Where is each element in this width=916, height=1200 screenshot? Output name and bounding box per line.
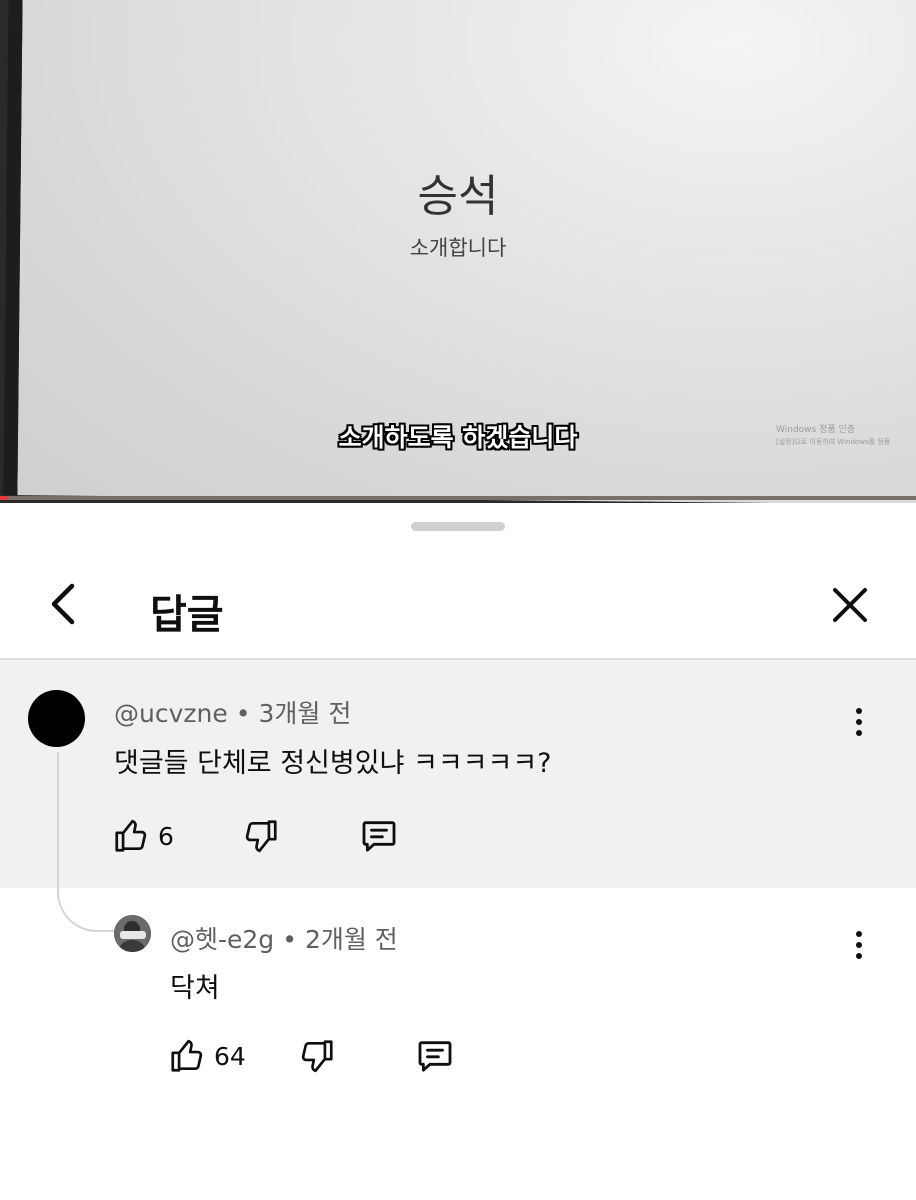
close-button[interactable]: [824, 579, 876, 631]
like-button[interactable]: 64: [168, 1034, 246, 1078]
close-icon: [833, 588, 867, 622]
reply-avatar[interactable]: [114, 915, 151, 952]
thumb-up-icon: [115, 819, 147, 852]
dislike-button[interactable]: [242, 814, 280, 858]
like-button[interactable]: 6: [112, 814, 174, 858]
comment-time: 3개월 전: [258, 699, 352, 728]
reply-button[interactable]: [414, 1034, 456, 1078]
reply-more-button[interactable]: [842, 925, 876, 965]
video-subtitle-text: 소개합니다: [409, 236, 507, 260]
sheet-header: 답글: [0, 555, 916, 655]
avatar[interactable]: [28, 690, 85, 747]
replies-sheet: 답글 @ucvzne • 3개월 전 댓글들 단체로 정신병있냐 ㅋㅋㅋㅋㅋ? 6: [0, 505, 916, 1200]
comment-author[interactable]: @ucvzne: [114, 699, 228, 728]
dislike-button[interactable]: [298, 1034, 336, 1078]
reply-author[interactable]: @헷-e2g: [170, 925, 274, 954]
video-player[interactable]: 승석 소개합니다 소개하도록 하겠습니다 Windows 정품 인증 [설정]으…: [0, 0, 916, 503]
back-button[interactable]: [38, 579, 88, 629]
avatar-photo-image: [114, 915, 151, 952]
meta-separator: •: [282, 925, 297, 954]
drag-handle[interactable]: [411, 522, 505, 531]
more-vert-dot: [856, 942, 862, 948]
like-count: 6: [158, 821, 174, 851]
watermark-line-2: [설정]으로 이동하여 Windows를 정품: [776, 438, 891, 446]
back-arrow-icon: [51, 583, 75, 625]
more-vert-icon: [856, 708, 862, 714]
reply-actions: 64: [168, 1034, 468, 1078]
more-vert-dot: [856, 719, 862, 725]
thumb-down-icon: [245, 820, 277, 853]
parent-comment: @ucvzne • 3개월 전 댓글들 단체로 정신병있냐 ㅋㅋㅋㅋㅋ? 6: [0, 660, 916, 888]
comment-actions: 6: [112, 814, 412, 858]
video-progress-played: [0, 496, 8, 500]
more-vert-dot: [856, 953, 862, 959]
comment-more-button[interactable]: [842, 702, 876, 742]
reply-comment-icon: [418, 1041, 452, 1072]
more-vert-dot: [856, 730, 862, 736]
like-count: 64: [214, 1041, 246, 1071]
reply-button[interactable]: [358, 814, 400, 858]
reply-comment-icon: [362, 821, 396, 852]
sheet-title: 답글: [150, 592, 224, 638]
windows-activation-watermark: Windows 정품 인증 [설정]으로 이동하여 Windows를 정품: [776, 424, 916, 448]
reply-meta: @헷-e2g • 2개월 전: [170, 920, 398, 956]
thumb-up-icon: [171, 1039, 203, 1072]
more-vert-icon: [856, 931, 862, 937]
comment-text: 댓글들 단체로 정신병있냐 ㅋㅋㅋㅋㅋ?: [114, 748, 552, 779]
reply-text: 닥쳐: [170, 973, 220, 1004]
comment-meta: @ucvzne • 3개월 전: [114, 694, 351, 730]
thumb-down-icon: [301, 1040, 333, 1073]
video-title-text: 승석: [417, 171, 499, 222]
thread-connector-line: [57, 752, 117, 932]
meta-separator: •: [235, 699, 251, 728]
watermark-line-1: Windows 정품 인증: [776, 425, 856, 435]
video-progress-bar[interactable]: [0, 496, 916, 500]
reply-time: 2개월 전: [304, 925, 398, 954]
